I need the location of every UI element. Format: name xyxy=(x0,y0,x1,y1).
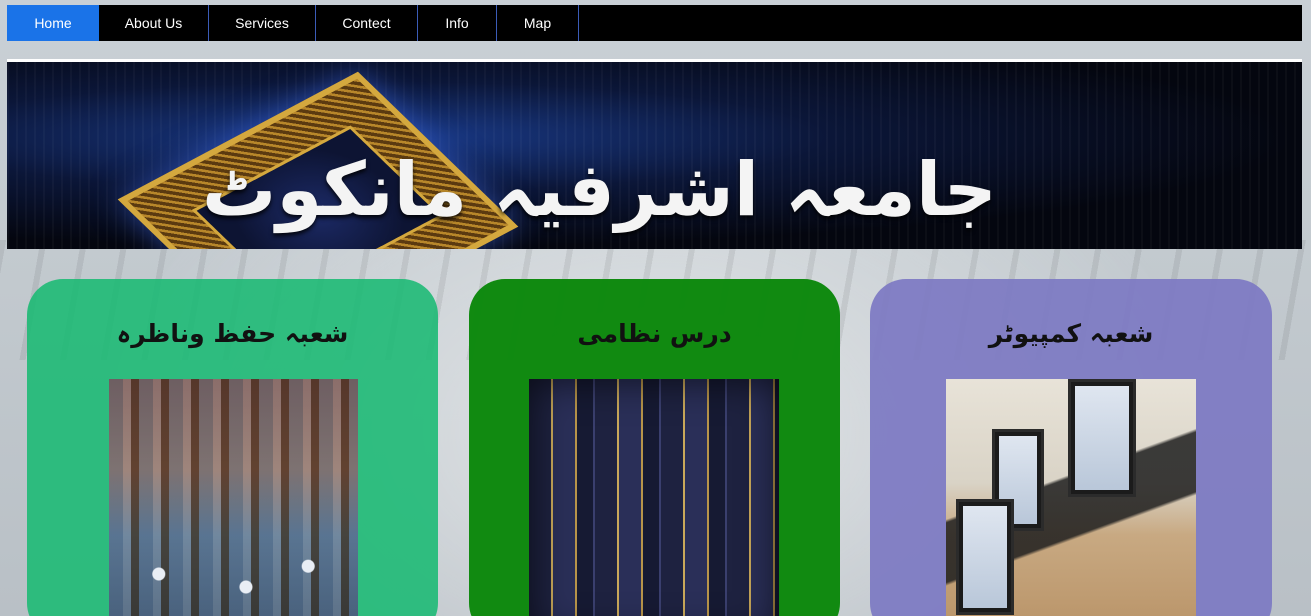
nav-services[interactable]: Services xyxy=(209,5,316,41)
nav-info[interactable]: Info xyxy=(418,5,497,41)
nav-contect[interactable]: Contect xyxy=(316,5,418,41)
card-computer[interactable]: شعبہ کمپیوٹر xyxy=(870,279,1272,616)
card-hifz-nazira[interactable]: شعبہ حفظ وناظرہ xyxy=(27,279,438,616)
students-hall-photo xyxy=(109,379,358,616)
top-navbar: Home About Us Services Contect Info Map xyxy=(7,5,1302,41)
nav-about-us[interactable]: About Us xyxy=(99,5,209,41)
nav-map[interactable]: Map xyxy=(497,5,579,41)
nav-home[interactable]: Home xyxy=(7,5,99,41)
card-title: شعبہ حفظ وناظرہ xyxy=(116,319,349,348)
header-banner: جامعہ اشرفیہ مانکوٹ xyxy=(7,62,1302,249)
card-title: درس نظامی xyxy=(577,319,732,348)
card-dars-nizami[interactable]: درس نظامی xyxy=(469,279,840,616)
site-title: جامعہ اشرفیہ مانکوٹ xyxy=(202,147,997,233)
books-photo xyxy=(529,379,779,616)
card-title: شعبہ کمپیوٹر xyxy=(988,319,1154,348)
computer-lab-photo xyxy=(946,379,1196,616)
